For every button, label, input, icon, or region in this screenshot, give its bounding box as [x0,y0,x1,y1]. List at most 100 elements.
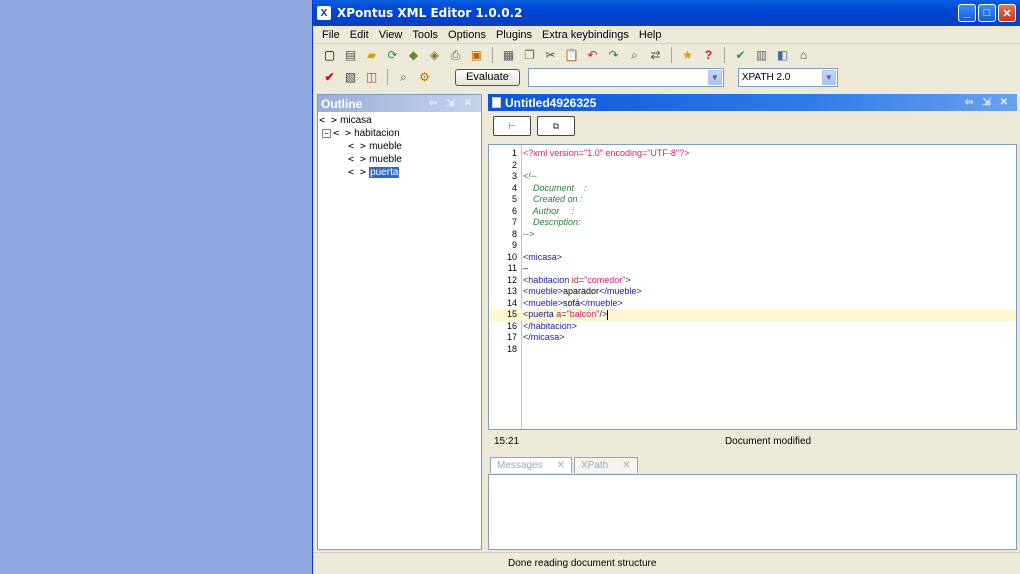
text-caret [607,309,609,320]
schema-icon[interactable]: ▥ [753,47,770,64]
code-line[interactable]: 8 --> [489,229,1016,241]
copy-icon[interactable]: ❐ [521,47,538,64]
line-number: 18 [506,343,517,354]
line-text: <habitacion id="comedor"> [519,275,631,287]
app-window: X XPontus XML Editor 1.0.0.2 _ □ ✕ File … [312,0,1020,574]
line-number: 13 [506,286,517,296]
menu-options[interactable]: Options [443,29,491,41]
code-line[interactable]: 6 Author : [489,206,1016,218]
menu-tools[interactable]: Tools [407,29,443,41]
menu-help[interactable]: Help [634,29,667,41]
new-template-icon[interactable]: ▤ [342,47,359,64]
panel-controls[interactable]: ⇦⇲✕ [965,97,1017,108]
help-icon[interactable]: ? [700,47,717,64]
toolbar-separator [724,47,725,63]
grid-icon[interactable]: ▦ [500,47,517,64]
code-line[interactable]: 4 Document : [489,183,1016,195]
chevron-down-icon[interactable]: ▼ [821,69,836,85]
maximize-button[interactable]: □ [978,4,996,22]
xpath-expression-combo[interactable]: ▼ [527,67,724,87]
element-icon: < > [333,128,352,139]
code-line[interactable]: 5 Created on : [489,194,1016,206]
code-line[interactable]: 17 </micasa> [489,332,1016,344]
line-text [519,344,523,356]
tree-node-label: micasa [340,115,372,126]
panel-controls[interactable]: ⇦⇲✕ [429,98,481,109]
tab-label: XPath [580,460,609,471]
document-status: Document modified [724,435,812,447]
cut-icon[interactable]: ✂ [542,47,559,64]
save-icon[interactable]: ◆ [405,47,422,64]
close-file-icon[interactable]: ▣ [468,47,485,64]
code-line[interactable]: 1 <?xml version="1.0" encoding="UTF-8"?> [489,148,1016,160]
tree-node-habitacion[interactable]: − < > habitacion [318,127,481,140]
code-line[interactable]: 16 </habitacion> [489,321,1016,333]
export-icon[interactable]: ◫ [363,69,380,86]
code-line[interactable]: 18 [489,344,1016,356]
replace-icon[interactable]: ⇄ [647,47,664,64]
code-token: <habitacion [523,274,572,285]
new-file-icon[interactable]: ▢ [321,47,338,64]
open-folder-icon[interactable]: ▰ [363,47,380,64]
evaluate-button[interactable]: Evaluate [455,68,520,86]
line-text: Author : [519,206,575,218]
chevron-down-icon[interactable]: ▼ [707,69,722,85]
title-bar[interactable]: X XPontus XML Editor 1.0.0.2 _ □ ✕ [313,0,1020,26]
star-icon[interactable]: ★ [679,47,696,64]
settings-gear-icon[interactable]: ⚙ [416,69,433,86]
menu-extra-keybindings[interactable]: Extra keybindings [537,29,634,41]
close-icon[interactable]: ✕ [557,460,565,471]
validate-check-icon[interactable]: ✔ [732,47,749,64]
code-line[interactable]: 10 <micasa> [489,252,1016,264]
tree-node-micasa[interactable]: < > micasa [318,114,481,127]
line-text: – [519,263,528,275]
line-number: 6 [511,205,517,216]
xpath-version-select[interactable]: XPATH 2.0 ▼ [737,67,838,87]
close-button[interactable]: ✕ [998,4,1016,22]
code-line[interactable]: 12 <habitacion id="comedor"> [489,275,1016,287]
refresh-icon[interactable]: ⟳ [384,47,401,64]
code-line[interactable]: 3 <!-- [489,171,1016,183]
code-line[interactable]: 2 [489,160,1016,172]
tree-node-puerta[interactable]: < > puerta [318,166,481,179]
xsl-icon[interactable]: ▧ [342,69,359,86]
editor-tab-title[interactable]: Untitled4926325 [505,96,596,110]
well-formed-check-icon[interactable]: ✔ [321,69,338,86]
tree-node-mueble[interactable]: < > mueble [318,153,481,166]
save-as-icon[interactable]: ◈ [426,47,443,64]
redo-icon[interactable]: ↷ [605,47,622,64]
code-line-current[interactable]: 15 <puerta a="balcón"/> [489,309,1016,321]
code-line[interactable]: 14 <mueble>sofá</mueble> [489,298,1016,310]
undo-icon[interactable]: ↶ [584,47,601,64]
code-line[interactable]: 11– [489,263,1016,275]
home-icon[interactable]: ⌂ [795,47,812,64]
line-number: 14 [506,297,517,308]
insert-element-button[interactable]: ⊢ [493,116,531,136]
code-line[interactable]: 13 <mueble>aparador</mueble> [489,286,1016,298]
magnifier-icon[interactable]: ⌕ [395,69,412,86]
code-editor[interactable]: 1 <?xml version="1.0" encoding="UTF-8"?> 2… [488,144,1017,430]
line-text: Document : [519,183,587,195]
print-icon[interactable]: ⎙ [447,47,464,64]
tree-node-mueble[interactable]: < > mueble [318,140,481,153]
code-line[interactable]: 7 Description: [489,217,1016,229]
code-line[interactable]: 9 [489,240,1016,252]
paste-icon[interactable]: 📋 [563,47,580,64]
close-icon[interactable]: ✕ [622,460,630,471]
line-number: 5 [511,194,517,204]
menu-file[interactable]: File [317,29,345,41]
tab-xpath[interactable]: XPath ✕ [573,457,638,473]
format-code-button[interactable]: ⧉ [537,116,575,136]
tab-messages[interactable]: Messages ✕ [490,457,572,473]
messages-area[interactable] [488,474,1017,550]
minimize-button[interactable]: _ [958,4,976,22]
code-token: Description: [523,217,581,227]
find-icon[interactable]: ⌕ [626,47,643,64]
collapse-toggle[interactable]: − [322,129,331,138]
editor-panel: Untitled4926325 ⇦⇲✕ ⊢ ⧉ 1 <?xml version="… [488,94,1017,452]
menu-view[interactable]: View [374,29,408,41]
menu-edit[interactable]: Edit [345,29,374,41]
transform-icon[interactable]: ◧ [774,47,791,64]
outline-title: Outline [321,96,363,111]
menu-plugins[interactable]: Plugins [491,29,537,41]
